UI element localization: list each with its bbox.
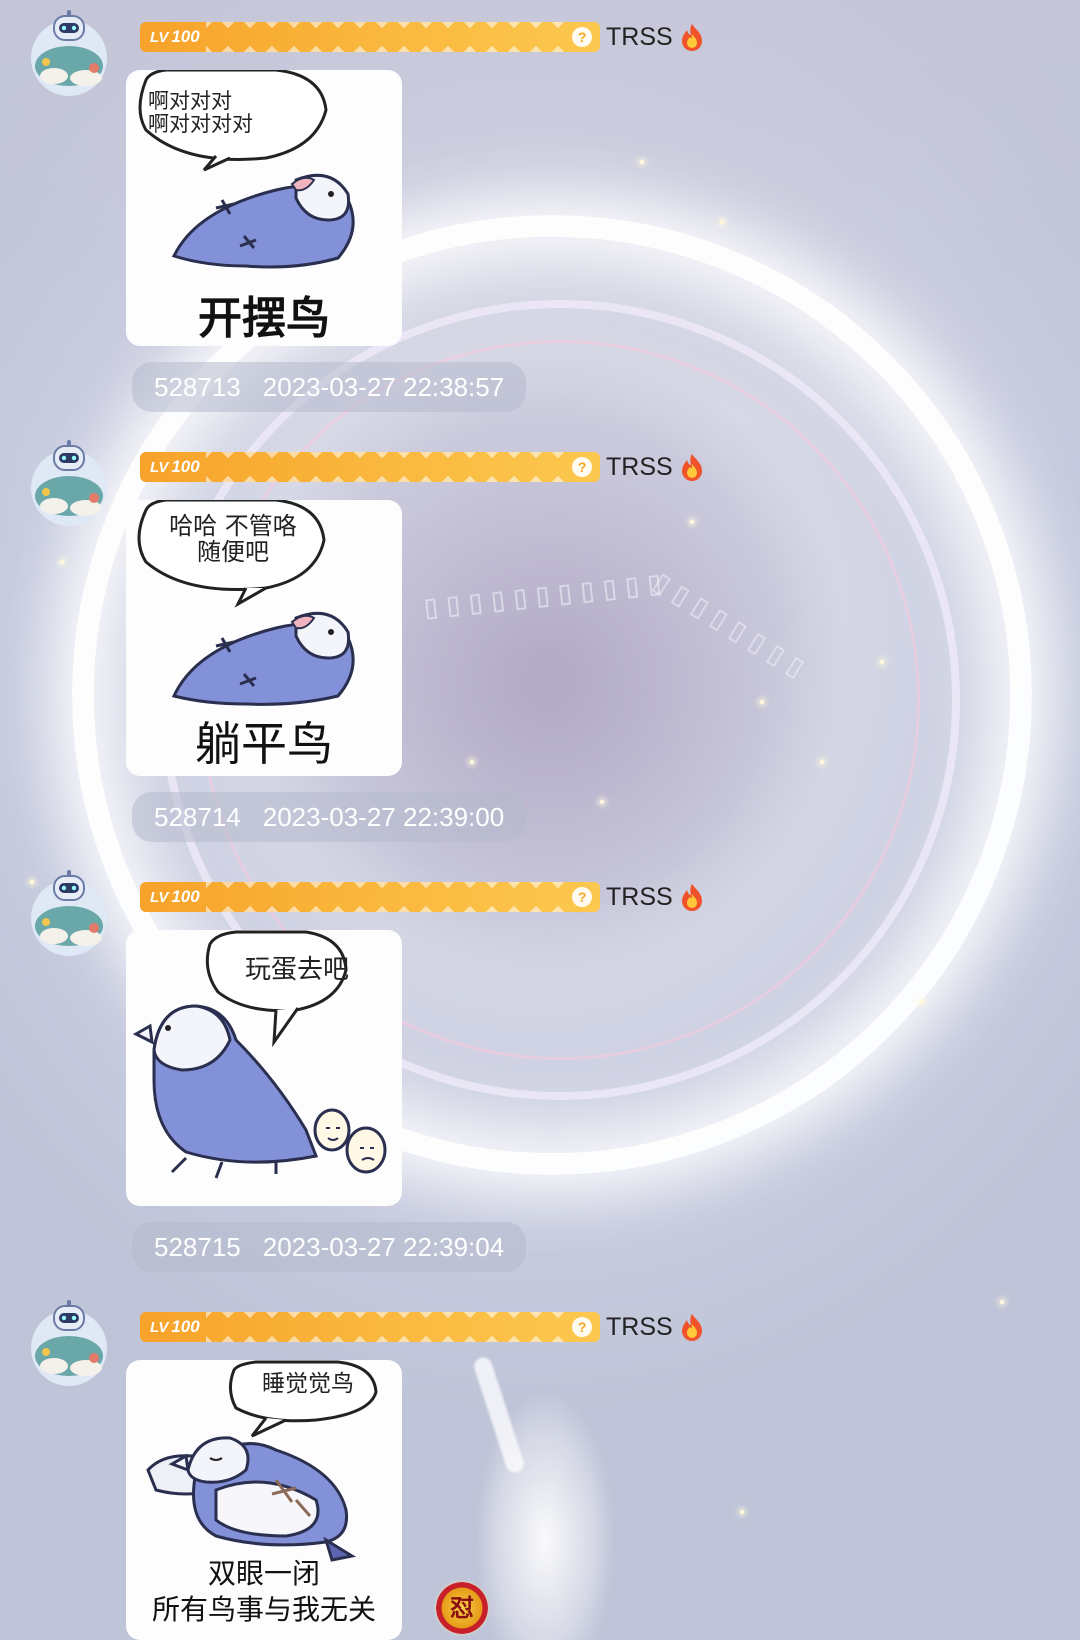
fire-icon <box>681 1314 702 1341</box>
message-meta: 528715 2023-03-27 22:39:04 <box>132 1222 527 1272</box>
sticker-card[interactable]: 睡觉觉鸟 双眼一闭 所有鸟事与我无关 <box>126 1360 402 1640</box>
level-tag: LV 100 <box>144 26 206 48</box>
level-number: 100 <box>171 1317 200 1336</box>
level-badge-pattern <box>206 1312 570 1342</box>
level-badge[interactable]: LV 100 ? <box>140 452 600 482</box>
dui-emoji-icon[interactable]: 怼 <box>434 1580 490 1636</box>
level-number: 100 <box>171 887 200 906</box>
sticker-bubble-text: 玩蛋去吧 <box>244 955 349 985</box>
level-prefix: LV <box>150 889 169 906</box>
sticker-card[interactable]: 哈哈 不管咯 随便吧 躺平鸟 <box>126 500 402 776</box>
help-diamond-icon[interactable]: ? <box>567 882 597 912</box>
help-diamond-icon[interactable]: ? <box>567 1312 597 1342</box>
level-badge[interactable]: LV 100 ? <box>140 882 600 912</box>
chat-message: LV 100 ? TRSS 玩蛋去吧 528715 2023-03-27 22:3… <box>0 860 1080 1290</box>
fire-icon <box>681 24 702 51</box>
help-diamond-icon[interactable]: ? <box>567 22 597 52</box>
help-diamond-icon[interactable]: ? <box>567 452 597 482</box>
message-id: 528713 <box>154 371 241 402</box>
avatar[interactable] <box>24 866 114 956</box>
reaction-glyph: 怼 <box>450 1594 474 1622</box>
robot-avatar-icon <box>31 870 107 956</box>
message-meta: 528713 2023-03-27 22:38:57 <box>132 362 527 412</box>
sender-header: LV 100 ? TRSS <box>140 22 707 52</box>
sender-nickname[interactable]: TRSS <box>606 453 673 482</box>
avatar[interactable] <box>24 6 114 96</box>
sticker-bubble-text: 啊对对对 啊对对对对 <box>148 89 253 136</box>
level-tag: LV 100 <box>144 1316 206 1338</box>
sender-header: LV 100 ? TRSS <box>140 882 707 912</box>
avatar[interactable] <box>24 436 114 526</box>
help-glyph: ? <box>577 1319 587 1335</box>
help-glyph: ? <box>577 889 587 905</box>
sender-nickname[interactable]: TRSS <box>606 23 673 52</box>
sender-header: LV 100 ? TRSS <box>140 1312 707 1342</box>
message-time: 2023-03-27 22:39:04 <box>262 1231 505 1262</box>
sticker-card[interactable]: 啊对对对 啊对对对对 开摆鸟 <box>126 70 402 346</box>
level-prefix: LV <box>150 459 169 476</box>
robot-avatar-icon <box>31 1300 107 1386</box>
sender-nickname[interactable]: TRSS <box>606 883 673 912</box>
chat-message: LV 100 ? TRSS 哈哈 不管咯 随便吧 躺平鸟 528714 2023-… <box>0 430 1080 860</box>
fire-icon <box>681 454 702 481</box>
level-badge[interactable]: LV 100 ? <box>140 1312 600 1342</box>
robot-avatar-icon <box>31 440 107 526</box>
message-time: 2023-03-27 22:39:00 <box>262 801 505 832</box>
sticker-bubble-text: 睡觉觉鸟 <box>262 1371 354 1397</box>
level-number: 100 <box>171 27 200 46</box>
sticker-bubble-text: 哈哈 不管咯 随便吧 <box>169 512 297 566</box>
help-glyph: ? <box>577 459 587 475</box>
robot-avatar-icon <box>31 10 107 96</box>
fire-icon <box>681 884 702 911</box>
level-prefix: LV <box>150 1319 169 1336</box>
level-badge-pattern <box>206 22 570 52</box>
avatar[interactable] <box>24 1296 114 1386</box>
message-id: 528714 <box>154 801 241 832</box>
level-badge-pattern <box>206 882 570 912</box>
sender-header: LV 100 ? TRSS <box>140 452 707 482</box>
level-tag: LV 100 <box>144 456 206 478</box>
level-badge-pattern <box>206 452 570 482</box>
level-badge[interactable]: LV 100 ? <box>140 22 600 52</box>
sticker-caption: 开摆鸟 <box>198 293 330 344</box>
level-number: 100 <box>171 457 200 476</box>
level-tag: LV 100 <box>144 886 206 908</box>
message-meta: 528714 2023-03-27 22:39:00 <box>132 792 527 842</box>
sticker-caption: 双眼一闭 所有鸟事与我无关 <box>151 1557 376 1626</box>
sticker-caption: 躺平鸟 <box>195 717 333 771</box>
chat-message: LV 100 ? TRSS 啊对对对 啊对对对对 开摆鸟 528713 2023-… <box>0 0 1080 430</box>
level-prefix: LV <box>150 29 169 46</box>
chat-message: LV 100 ? TRSS 睡觉觉鸟 双眼一闭 所有鸟事与我无关 <box>0 1290 1080 1640</box>
message-time: 2023-03-27 22:38:57 <box>262 371 505 402</box>
sender-nickname[interactable]: TRSS <box>606 1313 673 1342</box>
sticker-card[interactable]: 玩蛋去吧 <box>126 930 402 1206</box>
help-glyph: ? <box>577 29 587 45</box>
message-id: 528715 <box>154 1231 241 1262</box>
